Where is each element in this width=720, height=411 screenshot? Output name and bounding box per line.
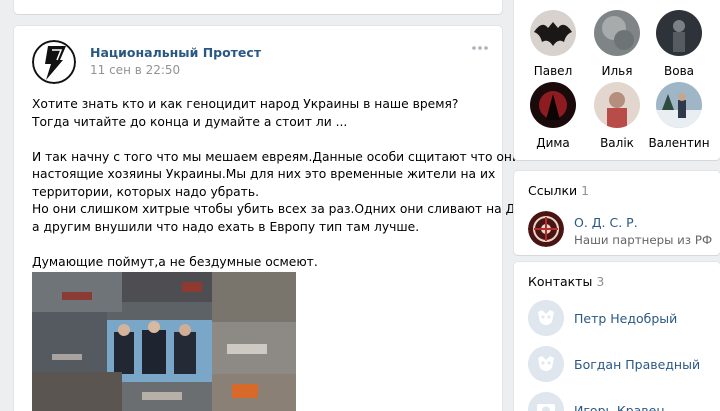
contact-name[interactable]: Петр Недобрый	[574, 311, 677, 326]
friends-block: Павел Илья Вова Дима Валік Валентин	[514, 0, 720, 160]
wall-post: Национальный Протест 11 сен в 22:50 Хоти…	[14, 26, 567, 411]
contact-name[interactable]: Богдан Праведный	[574, 357, 700, 372]
contact-avatar[interactable]	[528, 346, 564, 382]
friend-item[interactable]: Валентин	[646, 82, 712, 150]
links-block: Ссылки 1 О. Д. С. Р. Наши партнеры из РФ	[514, 171, 720, 255]
more-actions-icon[interactable]	[470, 44, 490, 52]
friend-name: Павел	[533, 64, 573, 78]
contacts-block: Контакты 3 Петр Недобрый Богдан Праведный…	[514, 262, 720, 411]
post-photo-collage[interactable]	[32, 272, 296, 411]
post-date-link[interactable]: 11 сен в 22:50	[90, 63, 180, 77]
friend-name: Валік	[600, 136, 634, 150]
post-text-line: а другим внушили что надо ехать в Европу…	[32, 219, 420, 234]
person-photo-icon	[656, 10, 702, 56]
friend-avatar	[594, 82, 640, 128]
contacts-title: Контакты	[528, 274, 593, 289]
contacts-count: 3	[596, 274, 605, 289]
default-avatar-icon	[528, 346, 564, 382]
friend-avatar	[530, 82, 576, 128]
friend-item[interactable]: Павел	[520, 10, 586, 78]
post-text: Хотите знать кто и как геноцидит народ У…	[32, 96, 567, 271]
friend-avatar	[530, 10, 576, 56]
friend-item[interactable]: Дима	[520, 82, 586, 150]
friend-name: Илья	[601, 64, 633, 78]
post-author-link[interactable]: Национальный Протест	[90, 45, 261, 60]
post-text-line: Хотите знать кто и как геноцидит народ У…	[32, 97, 459, 111]
default-avatar-icon	[528, 300, 564, 336]
contact-avatar[interactable]	[528, 300, 564, 336]
friend-name: Дима	[536, 136, 570, 150]
smoke-photo-icon	[594, 10, 640, 56]
post-text-line: И так начну с того что мы мешаем евреям.…	[32, 149, 520, 164]
bat-photo-icon	[530, 10, 576, 56]
friend-name: Валентин	[648, 136, 710, 150]
friend-avatar	[656, 82, 702, 128]
photo-collage-image	[32, 272, 296, 411]
friend-item[interactable]: Валік	[584, 82, 650, 150]
friend-item[interactable]: Илья	[584, 10, 650, 78]
link-title[interactable]: О. Д. С. Р.	[574, 215, 638, 230]
link-avatar[interactable]	[528, 211, 564, 247]
community-avatar[interactable]	[32, 40, 76, 84]
contacts-header[interactable]: Контакты 3	[528, 274, 604, 289]
lightning-logo-icon	[32, 40, 76, 84]
dark-figure-photo-icon	[530, 82, 576, 128]
post-text-line: настоящие хозяины Украины.Мы для них это…	[32, 167, 496, 181]
friend-avatar	[656, 10, 702, 56]
post-text-line: Тогда читайте до конца и думайте а стоит…	[32, 114, 348, 129]
friend-name: Вова	[664, 64, 694, 78]
post-text-line: Думающие поймут,а не бездумные осмеют.	[32, 254, 318, 269]
friend-item[interactable]: Вова	[646, 10, 712, 78]
contact-name[interactable]: Игорь Кравец	[574, 403, 665, 411]
ods-logo-icon	[528, 211, 564, 247]
camera-icon	[528, 392, 564, 411]
link-description: Наши партнеры из РФ	[574, 233, 713, 247]
links-title: Ссылки	[528, 183, 578, 198]
post-text-line: территории, которых надо убрать.	[32, 184, 259, 199]
winter-photo-icon	[656, 82, 702, 128]
friend-avatar	[594, 10, 640, 56]
previous-post-card	[14, 0, 502, 14]
portrait-photo-icon	[594, 82, 640, 128]
links-count: 1	[581, 183, 590, 198]
post-text-line: Но они слишком хитрые чтобы убить всех з…	[32, 202, 567, 216]
contact-avatar[interactable]	[528, 392, 564, 411]
links-header[interactable]: Ссылки 1	[528, 183, 589, 198]
